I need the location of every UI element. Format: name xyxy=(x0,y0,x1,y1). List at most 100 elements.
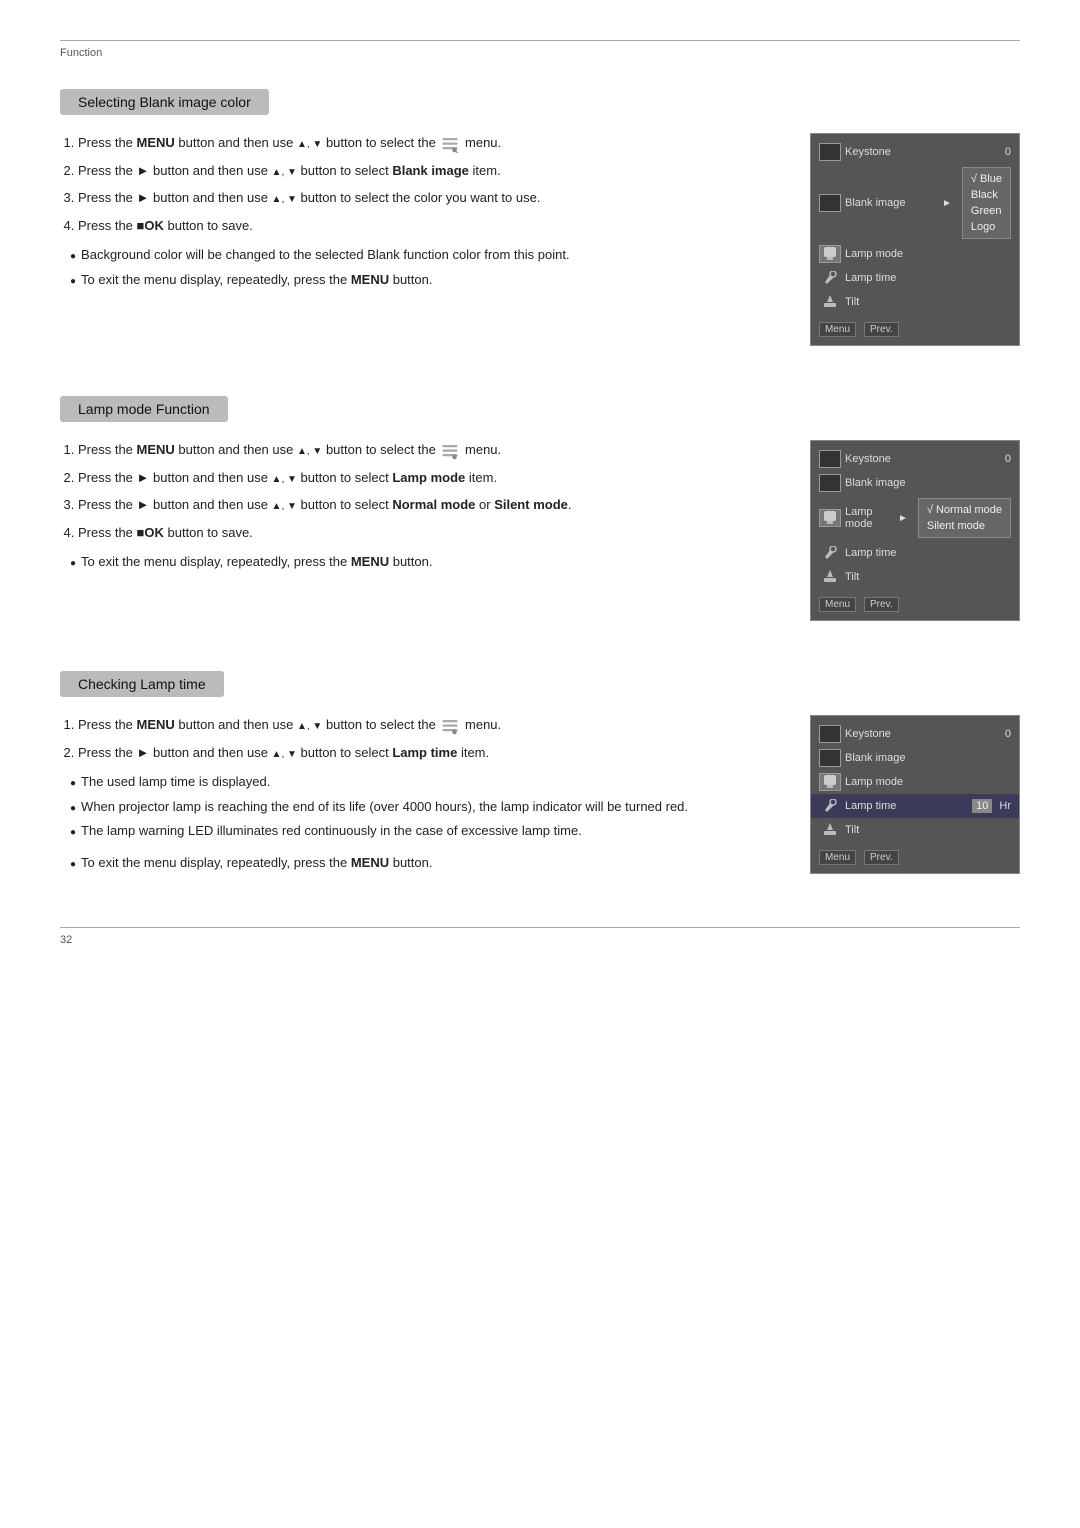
menu-row-tilt-time: Tilt xyxy=(811,818,1019,842)
menu-icon-time-1 xyxy=(439,717,461,735)
bold-ok-1: ■OK xyxy=(137,218,164,233)
bullet-blank-1: Background color will be changed to the … xyxy=(70,245,780,265)
menu-row-tilt: Tilt xyxy=(811,290,1019,314)
section-label: Function xyxy=(60,47,1020,59)
menu-footer-lamp: Menu Prev. xyxy=(811,593,1019,614)
menu-icon-keystone xyxy=(819,143,841,161)
triangle-1: ▲, ▼ xyxy=(297,139,322,150)
single-bullet-time-1: To exit the menu display, repeatedly, pr… xyxy=(70,853,780,873)
step-1-blank: Press the MENU button and then use ▲, ▼ … xyxy=(78,133,780,153)
menu-footer-menu-lamp: Menu xyxy=(819,597,856,612)
section-lamp-time: Checking Lamp time Press the MENU button… xyxy=(60,671,1020,877)
bold-lamp-time: Lamp time xyxy=(392,745,457,760)
bold-normal-mode: Normal mode xyxy=(392,497,475,512)
triangle-lamp-3: ▲, ▼ xyxy=(272,501,297,512)
menu-val-keystone: 0 xyxy=(1005,146,1011,158)
menu-text-tilt-time: Tilt xyxy=(845,824,1011,836)
lamp-time-value: 10 xyxy=(972,799,992,813)
menu-icon-tilt-lamp xyxy=(819,568,841,586)
menu-icon-lamptime xyxy=(819,269,841,287)
menu-footer-prev-time: Prev. xyxy=(864,850,899,865)
submenu-green: Green xyxy=(971,203,1002,219)
content-area-lamp-time: Press the MENU button and then use ▲, ▼ … xyxy=(60,715,1020,877)
bullet-lamp-1: To exit the menu display, repeatedly, pr… xyxy=(70,552,780,572)
bold-lamp-mode: Lamp mode xyxy=(392,470,465,485)
step-3-lamp: Press the ► button and then use ▲, ▼ but… xyxy=(78,495,780,515)
menu-row-lamptime-lamp: Lamp time xyxy=(811,541,1019,565)
menu-text-keystone: Keystone xyxy=(845,146,997,158)
menu-footer-menu-time: Menu xyxy=(819,850,856,865)
menu-arrow-lamp: ► xyxy=(898,513,908,524)
menu-icon-keystone-time xyxy=(819,725,841,743)
bold-silent-mode: Silent mode xyxy=(494,497,568,512)
menu-val-keystone-lamp: 0 xyxy=(1005,453,1011,465)
instructions-blank-image: Press the MENU button and then use ▲, ▼ … xyxy=(60,133,780,346)
bold-menu-lamp: MENU xyxy=(137,442,175,457)
triangle-time-1: ▲, ▼ xyxy=(297,721,322,732)
lamp-svg-time xyxy=(822,775,838,789)
step-1-time: Press the MENU button and then use ▲, ▼ … xyxy=(78,715,780,735)
menu-footer-prev: Prev. xyxy=(864,322,899,337)
submenu-silent: Silent mode xyxy=(927,518,1002,534)
menu-text-blank: Blank image xyxy=(845,197,938,209)
menu-row-tilt-lamp: Tilt xyxy=(811,565,1019,589)
bottom-rule xyxy=(60,927,1020,928)
menu-row-lampmode: Lamp mode xyxy=(811,242,1019,266)
menu-icon-keystone-lamp xyxy=(819,450,841,468)
menu-val-keystone-time: 0 xyxy=(1005,728,1011,740)
submenu-logo: Logo xyxy=(971,219,1002,235)
menu-icon-blank xyxy=(819,194,841,212)
menu-row-keystone-lamp: Keystone 0 xyxy=(811,447,1019,471)
menu-screenshot-blank: Keystone 0 Blank image ► √ Blue Black Gr… xyxy=(810,133,1020,346)
instructions-lamp-mode: Press the MENU button and then use ▲, ▼ … xyxy=(60,440,780,621)
menu-row-keystone-time: Keystone 0 xyxy=(811,722,1019,746)
submenu-lamp: √ Normal mode Silent mode xyxy=(918,498,1011,538)
menu-row-blank: Blank image ► √ Blue Black Green Logo xyxy=(811,164,1019,242)
menu-icon-lamptime-lamp xyxy=(819,544,841,562)
step-4-blank: Press the ■OK button to save. xyxy=(78,216,780,236)
section-header-blank-image: Selecting Blank image color xyxy=(60,89,269,115)
menu-text-blank-lamp: Blank image xyxy=(845,477,1011,489)
submenu-blank: √ Blue Black Green Logo xyxy=(962,167,1011,239)
bullet-time-3: The lamp warning LED illuminates red con… xyxy=(70,821,780,841)
menu-box-lamp: Keystone 0 Blank image xyxy=(810,440,1020,621)
page: Function Selecting Blank image color Pre… xyxy=(0,0,1080,1006)
bold-ok-lamp: ■OK xyxy=(137,525,164,540)
tilt-svg-lamp xyxy=(822,570,838,584)
menu-text-lamptime-time: Lamp time xyxy=(845,800,962,812)
tilt-icon-svg xyxy=(822,295,838,309)
menu-screenshot-lamp: Keystone 0 Blank image xyxy=(810,440,1020,621)
lamp-icon-svg xyxy=(822,247,838,261)
wrench-svg-lamp xyxy=(822,546,838,560)
menu-box-time: Keystone 0 Blank image xyxy=(810,715,1020,874)
lamp-time-unit: Hr xyxy=(999,800,1011,812)
menu-footer-time: Menu Prev. xyxy=(811,846,1019,867)
bold-blank-image: Blank image xyxy=(392,163,469,178)
triangle-2: ▲, ▼ xyxy=(272,167,297,178)
submenu-blue: √ Blue xyxy=(971,171,1002,187)
bullet-time-1: The used lamp time is displayed. xyxy=(70,772,780,792)
menu-row-blank-lamp: Blank image xyxy=(811,471,1019,495)
menu-icon-blank-time xyxy=(819,749,841,767)
menu-footer-blank: Menu Prev. xyxy=(811,318,1019,339)
bullets-time: The used lamp time is displayed. When pr… xyxy=(60,772,780,841)
wrench-icon-svg xyxy=(822,271,838,285)
menu-text-lampmode-time: Lamp mode xyxy=(845,776,1011,788)
menu-icon-1 xyxy=(439,135,461,153)
triangle-3: ▲, ▼ xyxy=(272,194,297,205)
menu-text-blank-time: Blank image xyxy=(845,752,1011,764)
menu-row-lampmode-lamp: Lamp mode ► √ Normal mode Silent mode xyxy=(811,495,1019,541)
menu-row-keystone: Keystone 0 xyxy=(811,140,1019,164)
bullet-time-2: When projector lamp is reaching the end … xyxy=(70,797,780,817)
triangle-time-2: ▲, ▼ xyxy=(272,749,297,760)
instructions-lamp-time: Press the MENU button and then use ▲, ▼ … xyxy=(60,715,780,877)
menu-icon-lampmode-time xyxy=(819,773,841,791)
triangle-lamp-2: ▲, ▼ xyxy=(272,474,297,485)
step-2-time: Press the ► button and then use ▲, ▼ but… xyxy=(78,743,780,763)
menu-icon-tilt xyxy=(819,293,841,311)
wrench-svg-time xyxy=(822,799,838,813)
menu-row-blank-time: Blank image xyxy=(811,746,1019,770)
menu-arrow-blank: ► xyxy=(942,198,952,209)
bold-menu-time: MENU xyxy=(137,717,175,732)
submenu-black: Black xyxy=(971,187,1002,203)
